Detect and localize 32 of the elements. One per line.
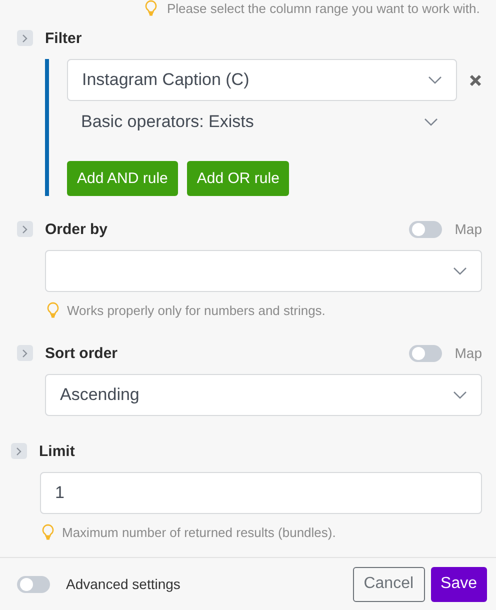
hint-text: Maximum number of returned results (bundles). bbox=[62, 524, 336, 540]
operator-select[interactable]: Basic operators: Exists bbox=[67, 101, 452, 143]
expand-icon[interactable] bbox=[17, 30, 33, 46]
toggle-switch[interactable] bbox=[408, 344, 442, 362]
expand-icon[interactable] bbox=[17, 221, 33, 237]
hint-text: Please select the column range you want to work with. bbox=[167, 0, 480, 16]
limit-input[interactable]: 1 bbox=[40, 472, 482, 514]
chevron-down-icon bbox=[453, 391, 467, 399]
lightbulb-icon bbox=[47, 302, 59, 318]
close-icon[interactable] bbox=[469, 74, 482, 86]
expand-icon[interactable] bbox=[11, 443, 27, 459]
hint-text: Works properly only for numbers and strings. bbox=[67, 302, 326, 318]
section-title: Order by bbox=[45, 220, 109, 238]
lightbulb-icon bbox=[42, 524, 54, 540]
column-select[interactable]: Instagram Caption (C) bbox=[67, 59, 457, 101]
cancel-button[interactable]: Cancel bbox=[352, 566, 425, 602]
chevron-down-icon bbox=[453, 267, 467, 275]
dropdown-field[interactable]: Ascending bbox=[45, 374, 482, 416]
map-label: Map bbox=[454, 345, 482, 361]
section-title: Limit bbox=[39, 442, 76, 460]
advanced-settings-label: Advanced settings bbox=[66, 576, 182, 592]
chevron-down-icon bbox=[424, 118, 438, 126]
section-title: Sort order bbox=[45, 344, 119, 362]
map-label: Map bbox=[454, 221, 482, 237]
lightbulb-icon bbox=[145, 0, 157, 16]
section-title: Filter bbox=[45, 30, 83, 46]
expand-icon[interactable] bbox=[17, 345, 33, 361]
toggle-switch[interactable] bbox=[408, 220, 442, 238]
save-button[interactable]: Save bbox=[430, 566, 487, 602]
chevron-down-icon bbox=[428, 76, 442, 84]
toggle-switch[interactable] bbox=[17, 576, 50, 592]
dropdown-field[interactable] bbox=[45, 250, 482, 292]
